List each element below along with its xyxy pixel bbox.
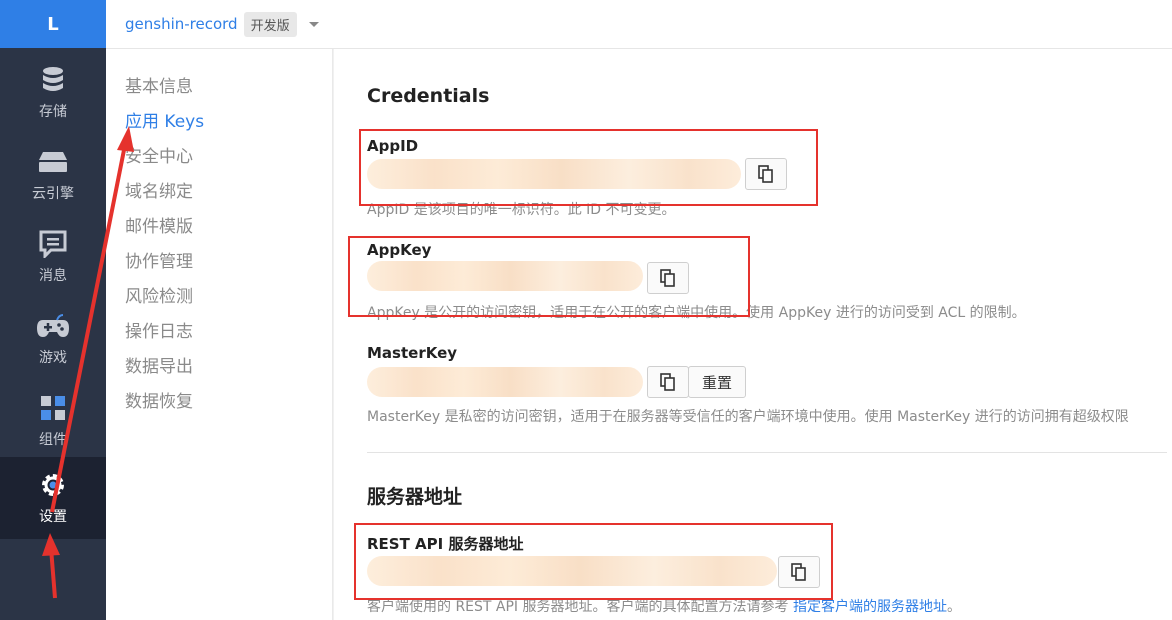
arrow-to-app-keys	[50, 126, 134, 513]
annotation-arrows	[42, 126, 134, 599]
arrow-to-settings	[42, 533, 60, 599]
